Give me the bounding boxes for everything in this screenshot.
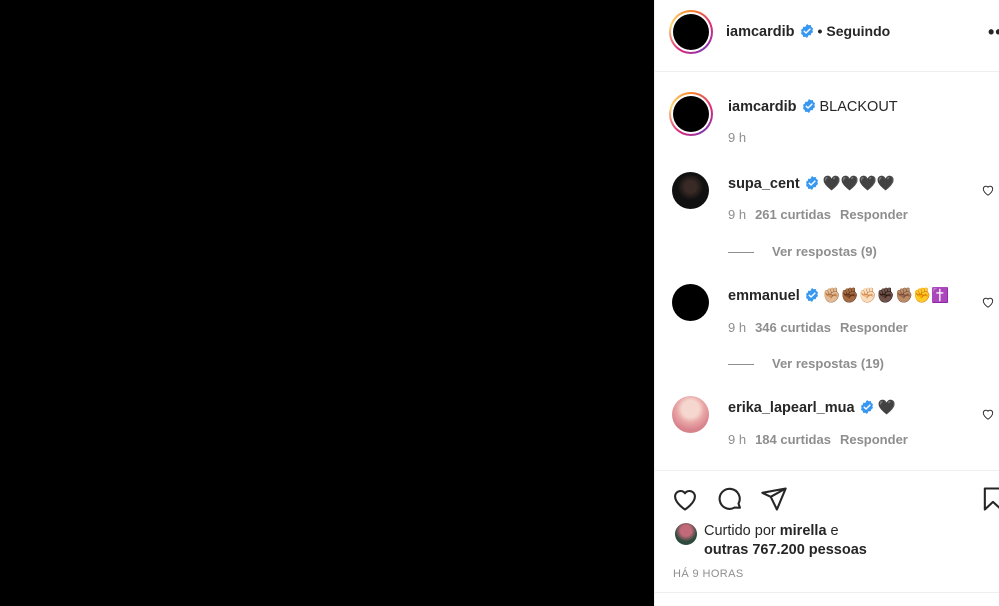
bookmark-save-icon[interactable]	[979, 485, 999, 513]
comment-text: ✊🏼✊🏾✊🏻✊🏿✊🏽✊✝️	[822, 288, 950, 304]
comment-username[interactable]: erika_lapearl_mua	[728, 400, 855, 416]
post-actions-section: Curtido por mirella e outras 767.200 pes…	[655, 470, 999, 606]
caption-line: iamcardib BLACKOUT	[728, 98, 898, 115]
commenter-avatar[interactable]	[672, 172, 709, 209]
comment-time[interactable]: 9 h	[728, 207, 746, 222]
caption-username[interactable]: iamcardib	[728, 99, 797, 115]
view-replies-label: Ver respostas (9)	[772, 244, 877, 259]
verified-badge-icon	[805, 288, 818, 302]
comment-like-heart-icon[interactable]	[981, 295, 995, 309]
author-avatar[interactable]	[669, 10, 713, 54]
comment-like-heart-icon[interactable]	[981, 183, 995, 197]
verified-badge-icon	[860, 400, 873, 414]
view-replies-button[interactable]: Ver respostas (9)	[728, 244, 877, 259]
view-replies-button[interactable]: Ver respostas (19)	[728, 356, 884, 371]
comment-meta: 9 h 184 curtidas Responder	[728, 432, 917, 447]
liked-by-avatar[interactable]	[675, 523, 697, 545]
commenter-avatar[interactable]	[672, 396, 709, 433]
comment-time[interactable]: 9 h	[728, 320, 746, 335]
verified-badge-icon	[805, 176, 818, 190]
like-heart-icon[interactable]	[671, 485, 699, 513]
caption-time[interactable]: 9 h	[728, 130, 746, 145]
post-media-black-image[interactable]	[0, 0, 654, 606]
liked-by-conj: e	[830, 523, 839, 539]
comment-time[interactable]: 9 h	[728, 432, 746, 447]
replies-divider-line	[728, 364, 754, 366]
comment-line: supa_cent 🖤🖤🖤🖤	[728, 175, 895, 192]
liked-by-user[interactable]: mirella	[780, 523, 827, 539]
comment-line: emmanuel ✊🏼✊🏾✊🏻✊🏿✊🏽✊✝️	[728, 287, 949, 304]
liked-by-text: Curtido por mirella e outras 767.200 pes…	[704, 522, 867, 560]
comment-likes[interactable]: 261 curtidas	[755, 207, 831, 222]
comment-like-heart-icon[interactable]	[981, 407, 995, 421]
header-author-line: iamcardib • Seguindo	[726, 23, 890, 40]
header-separator: •	[817, 23, 823, 39]
post-time-ago[interactable]: HÁ 9 HORAS	[673, 568, 744, 580]
comment-username[interactable]: emmanuel	[728, 288, 800, 304]
post-side-panel: iamcardib•Seguindo •• iamcardibBLACKOUT …	[654, 0, 999, 606]
liked-by-others[interactable]: outras 767.200 pessoas	[704, 542, 867, 558]
share-send-icon[interactable]	[760, 485, 788, 513]
view-replies-label: Ver respostas (19)	[772, 356, 885, 371]
comment-text: 🖤	[877, 400, 896, 416]
comment-likes[interactable]: 346 curtidas	[755, 320, 831, 335]
reply-button[interactable]: Responder	[840, 432, 908, 447]
reply-button[interactable]: Responder	[840, 207, 908, 222]
caption-text: BLACKOUT	[819, 99, 898, 115]
more-options-icon[interactable]: ••	[988, 22, 999, 43]
following-button[interactable]: Seguindo	[826, 23, 890, 39]
post-header: iamcardib •Seguindo ••	[655, 0, 999, 72]
comment-meta: 9 h 261 curtidas Responder	[728, 207, 917, 222]
comment-text: 🖤🖤🖤🖤	[822, 176, 895, 192]
caption-author-avatar[interactable]	[669, 92, 713, 136]
replies-divider-line	[728, 252, 754, 254]
verified-badge-icon	[800, 24, 813, 38]
commenter-avatar[interactable]	[672, 284, 709, 321]
liked-by-prefix: Curtido por	[704, 523, 776, 539]
verified-badge-icon	[802, 99, 815, 113]
divider	[655, 592, 999, 593]
reply-button[interactable]: Responder	[840, 320, 908, 335]
comment-likes[interactable]: 184 curtidas	[755, 432, 831, 447]
comment-bubble-icon[interactable]	[716, 485, 744, 513]
header-username[interactable]: iamcardib	[726, 24, 795, 40]
comment-line: erika_lapearl_mua 🖤	[728, 399, 896, 416]
comment-meta: 9 h 346 curtidas Responder	[728, 320, 917, 335]
comment-username[interactable]: supa_cent	[728, 176, 800, 192]
